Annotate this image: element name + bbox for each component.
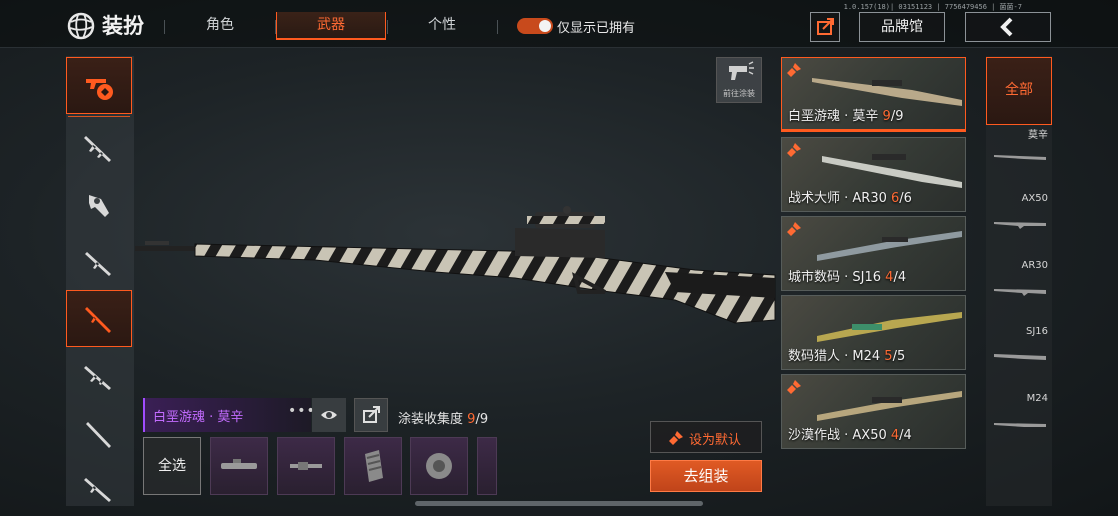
toggle-knob (539, 20, 551, 32)
sidebar-item-smg[interactable] (66, 176, 132, 233)
skin-card-label: 数码猎人 · M24 5/5 (788, 349, 906, 364)
sidebar-item-weapon-skin[interactable] (66, 57, 132, 114)
filter-item-label[interactable]: SJ16 (990, 326, 1048, 337)
skin-card-label: 沙漠作战 · AX50 4/4 (788, 428, 912, 443)
tab-weapon[interactable]: 武器 (276, 12, 386, 40)
smg-icon (89, 194, 109, 217)
set-default-label: 设为默认 (689, 433, 742, 448)
sidebar-item-rifle[interactable] (66, 233, 132, 290)
magazine-icon (365, 450, 383, 482)
weapon-skin-icon (86, 78, 113, 100)
skin-weapon-image (817, 312, 962, 342)
tab-character[interactable]: 角色 (165, 12, 275, 40)
brand-hall-button[interactable]: 品牌馆 (859, 12, 945, 42)
divider (497, 20, 498, 34)
globe-logo-icon (66, 11, 96, 41)
current-skin-name: 白垩游魂 · 莫辛 (153, 410, 244, 425)
rifle-silhouette-icon[interactable] (994, 150, 1046, 162)
brush-icon (669, 431, 683, 445)
brush-badge-icon (787, 143, 801, 157)
sidebar-item-assault-rifle[interactable] (66, 119, 132, 176)
page-title: 装扮 (102, 14, 144, 38)
skin-card[interactable]: 数码猎人 · M24 5/5 (781, 295, 966, 370)
part-more[interactable] (477, 437, 497, 495)
filter-item-label[interactable]: 莫辛 (990, 126, 1048, 141)
share-icon (817, 18, 834, 35)
version-text: 1.0.157(18)| 03151123 | 7756479456 | 菌菌-… (843, 3, 1022, 11)
go-assemble-button[interactable]: 去组装 (650, 460, 762, 492)
rifle-silhouette-icon[interactable] (994, 418, 1046, 430)
scope-icon (221, 459, 257, 469)
skin-card-label: 城市数码 · SJ16 4/4 (788, 270, 907, 285)
skin-card[interactable]: 沙漠作战 · AX50 4/4 (781, 374, 966, 449)
filter-item-label[interactable]: M24 (990, 393, 1048, 404)
sidebar-divider (68, 116, 130, 117)
carbine-icon (84, 365, 111, 390)
owned-only-label: 仅显示已拥有 (557, 21, 636, 36)
eye-icon (321, 411, 337, 419)
go-to-coating-label: 前往涂装 (723, 89, 755, 98)
rifle-icon (85, 251, 111, 276)
weapon-preview[interactable] (135, 200, 780, 340)
skin-card-label: 战术大师 · AR30 6/6 (788, 191, 912, 206)
tab-personality[interactable]: 个性 (387, 12, 497, 40)
skin-card[interactable]: 城市数码 · SJ16 4/4 (781, 216, 966, 291)
skin-card[interactable]: 战术大师 · AR30 6/6 (781, 137, 966, 212)
rifle-silhouette-icon[interactable] (994, 350, 1046, 362)
filter-item-label[interactable]: AX50 (990, 193, 1048, 204)
collection-total: /9 (475, 412, 489, 427)
skin-card-label: 白垩游魂 · 莫辛 9/9 (788, 109, 904, 124)
collection-label: 涂装收集度 (398, 412, 464, 427)
brush-badge-icon (787, 63, 801, 77)
rifle-silhouette-icon[interactable] (994, 217, 1046, 229)
filter-item-label[interactable]: AR30 (990, 260, 1048, 271)
muzzle-icon (290, 462, 322, 470)
sidebar-item-carbine[interactable] (66, 348, 132, 405)
back-button[interactable] (965, 12, 1051, 42)
set-default-button[interactable]: 设为默认 (650, 421, 762, 453)
brand-hall-label: 品牌馆 (881, 19, 923, 35)
share-button[interactable] (810, 12, 840, 42)
rifle-silhouette-icon[interactable] (994, 284, 1046, 296)
assault-rifle-icon (84, 135, 111, 162)
drum-magazine-icon (426, 453, 452, 479)
sidebar-item-sniper-rifle[interactable] (66, 290, 132, 347)
preview-toggle-button[interactable] (312, 398, 346, 432)
filter-all-button[interactable]: 全部 (986, 57, 1052, 125)
share-skin-button[interactable] (354, 398, 388, 432)
share-icon (363, 406, 380, 423)
part-scope[interactable] (210, 437, 268, 495)
current-skin-box: 白垩游魂 · 莫辛 (143, 398, 311, 432)
sidebar-item-dmr[interactable] (66, 460, 132, 516)
part-muzzle[interactable] (277, 437, 335, 495)
skin-card[interactable]: 白垩游魂 · 莫辛 9/9 (781, 57, 966, 132)
part-magazine[interactable] (344, 437, 402, 495)
sidebar-item-shotgun[interactable] (66, 405, 132, 462)
go-to-coating-button[interactable]: 前往涂装 (716, 57, 762, 103)
spray-gun-icon (729, 61, 754, 80)
dmr-icon (84, 477, 111, 502)
brush-badge-icon (787, 380, 801, 394)
skin-weapon-image (822, 154, 962, 188)
horizontal-scrollbar[interactable] (415, 501, 703, 506)
coating-collection-progress: 涂装收集度 9/9 (398, 408, 488, 427)
shotgun-icon (86, 421, 111, 448)
back-arrow-icon (1000, 17, 1013, 37)
skin-weapon-image (817, 391, 962, 421)
skin-weapon-image (812, 78, 962, 106)
select-all-button[interactable]: 全选 (143, 437, 201, 495)
mosin-rifle-image (135, 206, 776, 324)
owned-only-toggle[interactable] (517, 18, 553, 34)
brush-badge-icon (787, 222, 801, 236)
skin-weapon-image (817, 231, 962, 261)
part-drum[interactable] (410, 437, 468, 495)
sniper-rifle-icon (85, 306, 111, 333)
